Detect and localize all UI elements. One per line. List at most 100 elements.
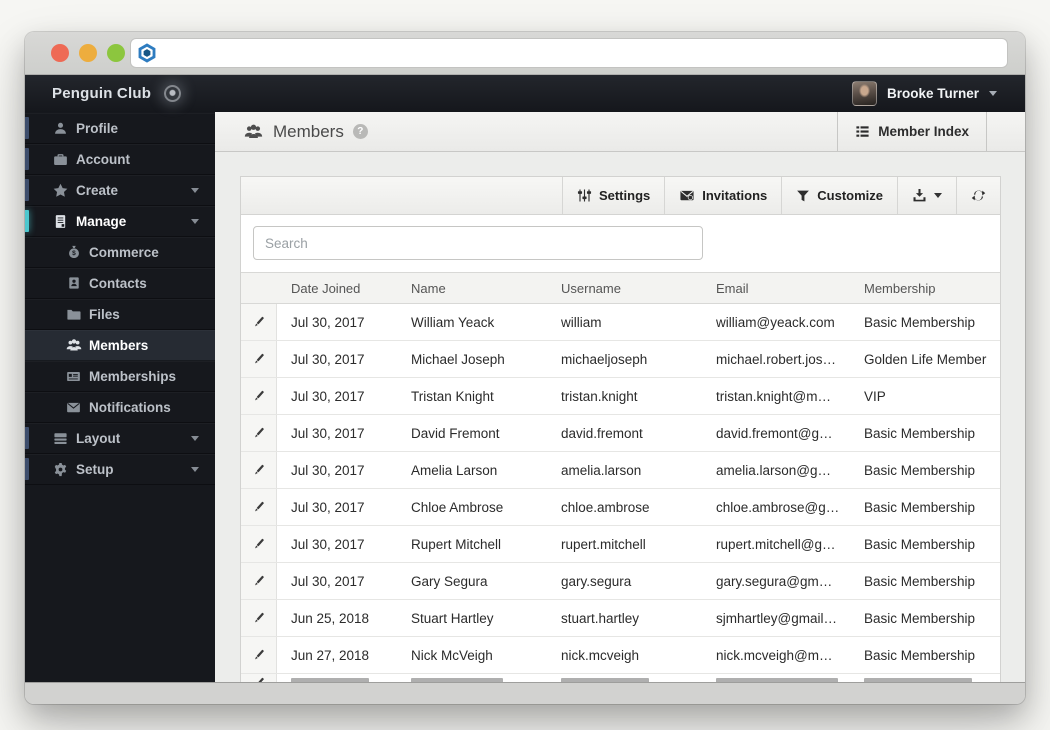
sidebar-item-profile[interactable]: Profile <box>25 113 215 144</box>
sidebar-item-notifications[interactable]: Notifications <box>25 392 215 423</box>
sidebar-item-commerce[interactable]: $ Commerce <box>25 237 215 268</box>
sidebar-item-memberships[interactable]: Memberships <box>25 361 215 392</box>
chevron-down-icon <box>191 187 199 193</box>
customize-button[interactable]: Customize <box>781 177 897 214</box>
app-body: Profile Account Create Manage $ Commerce Conta… <box>25 112 1025 682</box>
search-row <box>241 215 1000 272</box>
table-row[interactable]: Jul 30, 2017 Chloe Ambrose chloe.ambrose ch… <box>241 489 1000 526</box>
briefcase-icon <box>52 152 69 167</box>
main-content: Members ? Member Index Settings Invitati… <box>215 112 1025 682</box>
pencil-icon <box>252 463 266 477</box>
chevron-down-icon <box>191 218 199 224</box>
edit-row-button[interactable] <box>241 674 277 682</box>
invitations-button[interactable]: Invitations <box>664 177 781 214</box>
cell-membership: VIP <box>864 388 886 404</box>
column-header-date-joined[interactable]: Date Joined <box>277 281 397 296</box>
help-icon[interactable]: ? <box>352 124 368 139</box>
sidebar-item-account[interactable]: Account <box>25 144 215 175</box>
table-row[interactable]: Jul 30, 2017 Michael Joseph michaeljoseph m… <box>241 341 1000 378</box>
cell-email: david.fremont@g… <box>716 425 833 441</box>
rows-icon <box>52 431 69 446</box>
table-row-partial[interactable] <box>241 674 1000 682</box>
cell-name: Amelia Larson <box>411 462 498 478</box>
cell-date: Jul 30, 2017 <box>291 573 365 589</box>
close-window-button[interactable] <box>51 44 69 62</box>
cell-username: michaeljoseph <box>561 351 648 367</box>
table-row[interactable]: Jul 30, 2017 Tristan Knight tristan.knight… <box>241 378 1000 415</box>
edit-row-button[interactable] <box>241 489 277 525</box>
person-icon <box>52 121 69 136</box>
pencil-icon <box>252 352 266 366</box>
sidebar-item-contacts[interactable]: Contacts <box>25 268 215 299</box>
money-bag-icon: $ <box>65 245 82 259</box>
sealed-envelope-icon <box>679 188 695 203</box>
contact-card-icon <box>65 276 82 290</box>
cell-date: Jul 30, 2017 <box>291 425 365 441</box>
edit-row-button[interactable] <box>241 526 277 562</box>
edit-row-button[interactable] <box>241 378 277 414</box>
user-menu[interactable]: Brooke Turner <box>851 81 997 106</box>
people-icon <box>65 337 82 353</box>
column-header-name[interactable]: Name <box>397 281 547 296</box>
svg-text:$: $ <box>72 250 76 257</box>
chevron-down-icon <box>934 193 942 198</box>
edit-row-button[interactable] <box>241 341 277 377</box>
edit-row-button[interactable] <box>241 452 277 488</box>
sidebar-item-create[interactable]: Create <box>25 175 215 206</box>
pencil-icon <box>252 574 266 588</box>
table-row[interactable]: Jul 30, 2017 Rupert Mitchell rupert.mitche… <box>241 526 1000 563</box>
sidebar-item-files[interactable]: Files <box>25 299 215 330</box>
export-button[interactable] <box>897 177 956 214</box>
sidebar-item-label: Files <box>89 306 120 322</box>
table-row[interactable]: Jul 30, 2017 Amelia Larson amelia.larson am… <box>241 452 1000 489</box>
edit-row-button[interactable] <box>241 637 277 673</box>
sliders-icon <box>577 188 592 203</box>
status-orb-icon[interactable] <box>164 85 182 102</box>
download-icon <box>912 188 927 203</box>
refresh-button[interactable] <box>956 177 1000 214</box>
table-row[interactable]: Jun 25, 2018 Stuart Hartley stuart.hartley… <box>241 600 1000 637</box>
cell-name: Michael Joseph <box>411 351 505 367</box>
app-header: Penguin Club Brooke Turner <box>25 75 1025 112</box>
sidebar-item-manage[interactable]: Manage <box>25 206 215 237</box>
cell-username: nick.mcveigh <box>561 647 640 663</box>
cell-date <box>277 674 397 682</box>
sidebar-item-members[interactable]: Members <box>25 330 215 361</box>
edit-row-button[interactable] <box>241 563 277 599</box>
search-input[interactable] <box>253 226 703 260</box>
cell-name: Rupert Mitchell <box>411 536 502 552</box>
member-index-button[interactable]: Member Index <box>837 112 987 151</box>
cell-membership: Basic Membership <box>864 425 976 441</box>
edit-row-button[interactable] <box>241 304 277 340</box>
cell-name: Tristan Knight <box>411 388 494 404</box>
column-header-email[interactable]: Email <box>702 281 850 296</box>
cell-name: Chloe Ambrose <box>411 499 504 515</box>
sidebar-item-layout[interactable]: Layout <box>25 423 215 454</box>
edit-row-button[interactable] <box>241 600 277 636</box>
column-header-membership[interactable]: Membership <box>850 281 1000 296</box>
star-icon <box>52 183 69 198</box>
sidebar-item-setup[interactable]: Setup <box>25 454 215 485</box>
cell-date: Jul 30, 2017 <box>291 462 365 478</box>
chevron-down-icon <box>191 466 199 472</box>
cell-membership: Basic Membership <box>864 314 976 330</box>
cell-username: stuart.hartley <box>561 610 640 626</box>
cell-username: chloe.ambrose <box>561 499 650 515</box>
cell-membership: Basic Membership <box>864 610 976 626</box>
table-row[interactable]: Jul 30, 2017 David Fremont david.fremont da… <box>241 415 1000 452</box>
table-row[interactable]: Jul 30, 2017 Gary Segura gary.segura gary.s… <box>241 563 1000 600</box>
edit-row-button[interactable] <box>241 415 277 451</box>
site-logo-icon <box>136 42 158 64</box>
refresh-icon <box>971 188 986 203</box>
sidebar-item-label: Members <box>89 337 149 353</box>
cell-email: rupert.mitchell@g… <box>716 536 836 552</box>
table-row[interactable]: Jun 27, 2018 Nick McVeigh nick.mcveigh nick… <box>241 637 1000 674</box>
members-panel: Settings Invitations Customize Search Da… <box>240 176 1001 682</box>
settings-button[interactable]: Settings <box>561 177 664 214</box>
table-row[interactable]: Jul 30, 2017 William Yeack william william@… <box>241 304 1000 341</box>
column-header-username[interactable]: Username <box>547 281 702 296</box>
cell-date: Jul 30, 2017 <box>291 536 365 552</box>
minimize-window-button[interactable] <box>79 44 97 62</box>
zoom-window-button[interactable] <box>107 44 125 62</box>
address-bar[interactable] <box>130 38 1008 68</box>
